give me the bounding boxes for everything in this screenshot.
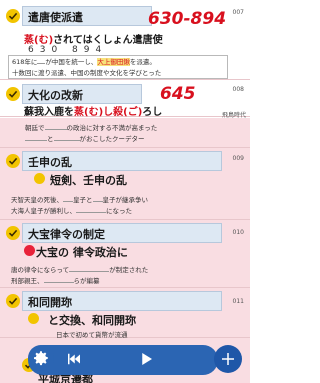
card-number: 008 (232, 86, 244, 93)
desc-text: がおこしたクーデター (79, 135, 145, 143)
marker-dot (34, 173, 45, 184)
card-taiho: 大宝律令の制定 010 大宝の 律令政治に 唐の律令にならって が制定された 刑部… (0, 220, 250, 288)
check-icon (6, 9, 20, 23)
description: 唐の律令にならって が制定された 刑部親王、 らが編纂 (8, 264, 228, 287)
mnemonic-pre: 蘇我入鹿を (24, 107, 74, 118)
desc-highlight: 大上御田鍬 (97, 58, 130, 66)
desc-text: と (86, 196, 93, 204)
check-icon (6, 87, 20, 101)
year-number: 630-894 (148, 9, 227, 29)
card-number: 010 (232, 229, 244, 236)
card-title: 大宝律令の制定 (28, 228, 105, 241)
rewind-button[interactable] (62, 347, 86, 371)
card-taika-desc: 朝廷で の政治に対する不満が高まった と がおこしたクーデター (0, 118, 250, 148)
desc-text: 唐の律令にならって (11, 266, 70, 274)
desc-text: 皇子 (102, 196, 116, 204)
mnemonic-digits: 630 894 (28, 45, 108, 55)
playback-control-bar (28, 345, 218, 375)
mnemonic: 蒸(む)されてはくしょん遣唐使 (24, 31, 163, 46)
checkbox[interactable] (6, 6, 20, 26)
mnemonic: 短剣、壬申の乱 (50, 174, 127, 187)
desc-text: の政治に対する不満が高まった (66, 124, 158, 132)
desc-text: が継承争い (115, 196, 149, 204)
desc-text: 618年に (12, 58, 38, 66)
mnemonic: 大宝の 律令政治に (36, 246, 128, 259)
mnemonic: 蘇我入鹿を蒸(む)し殺(ご)ろし (24, 103, 162, 118)
description: 618年に が中国を統一し、大上御田鍬を派遣。 十数回に渡り派遣、中国の制度や文化… (8, 55, 228, 79)
check-icon (6, 294, 20, 308)
blank[interactable] (53, 140, 80, 141)
blank[interactable] (43, 282, 74, 283)
desc-text: が中国を統一し、 (45, 58, 98, 66)
blank[interactable] (25, 140, 47, 141)
card-title: 壬申の乱 (28, 156, 72, 169)
year-number: 645 (160, 84, 196, 104)
card-number: 007 (232, 9, 244, 16)
checkbox[interactable] (6, 151, 20, 171)
desc-text: 朝廷で (25, 124, 45, 132)
description: 朝廷で の政治に対する不満が高まった と がおこしたクーデター (22, 122, 228, 145)
desc-text: が制定された (109, 266, 149, 274)
desc-text: 天智天皇の死後、 (11, 196, 63, 204)
mnemonic: と交換、和同開珎 (48, 314, 136, 327)
play-button[interactable] (134, 347, 158, 371)
desc-text: 刑部親王、 (11, 277, 44, 285)
plus-icon (222, 353, 234, 365)
blank[interactable] (44, 129, 67, 130)
rewind-icon (68, 353, 80, 365)
marker-dot (24, 245, 35, 256)
card-title: 遣唐使派遣 (28, 11, 83, 24)
blank[interactable] (69, 271, 110, 272)
marker-dot (28, 313, 39, 324)
desc-text: と (47, 135, 54, 143)
gear-icon (34, 351, 48, 366)
card-taika: 大化の改新 645 008 蘇我入鹿を蒸(む)し殺(ご)ろし (0, 80, 250, 118)
add-button[interactable] (214, 345, 242, 373)
card-title: 大化の改新 (28, 89, 83, 102)
mnemonic-rest: ろし (142, 107, 163, 118)
card-wadokaichin: 和同開珎 011 と交換、和同開珎 日本で初めて貨幣が流通 (0, 288, 250, 339)
checkbox[interactable] (6, 291, 20, 311)
card-number: 011 (232, 298, 244, 305)
settings-button[interactable] (28, 345, 54, 371)
card-title: 和同開珎 (28, 296, 72, 309)
checkbox[interactable] (6, 84, 20, 104)
blank[interactable] (92, 201, 103, 202)
check-icon (6, 154, 20, 168)
blank[interactable] (76, 212, 106, 213)
card-jinshin: 壬申の乱 009 短剣、壬申の乱 天智天皇の死後、 皇子と 皇子が継承争い 大海人皇… (0, 148, 250, 220)
description: 天智天皇の死後、 皇子と 皇子が継承争い 大海人皇子が勝利し、 になった (8, 194, 228, 217)
card-number: 009 (232, 155, 244, 162)
desc-text: になった (106, 207, 132, 215)
card-kentoshi: 遣唐使派遣 630-894 007 蒸(む)されてはくしょん遣唐使 630 89… (0, 0, 250, 80)
desc-text: 大海人皇子が勝利し、 (11, 207, 76, 215)
check-icon (6, 226, 20, 240)
desc-text: らが編纂 (73, 277, 100, 285)
mnemonic-red: 蒸(む)し殺(ご) (74, 107, 143, 118)
desc-text: を派遣。 (129, 58, 156, 66)
play-icon (142, 353, 152, 365)
checkbox[interactable] (6, 223, 20, 243)
blank[interactable] (63, 201, 73, 202)
desc-text: 十数回に渡り派遣、中国の制度や文化を学びとった (12, 69, 162, 77)
desc-text: 皇子 (73, 196, 86, 204)
